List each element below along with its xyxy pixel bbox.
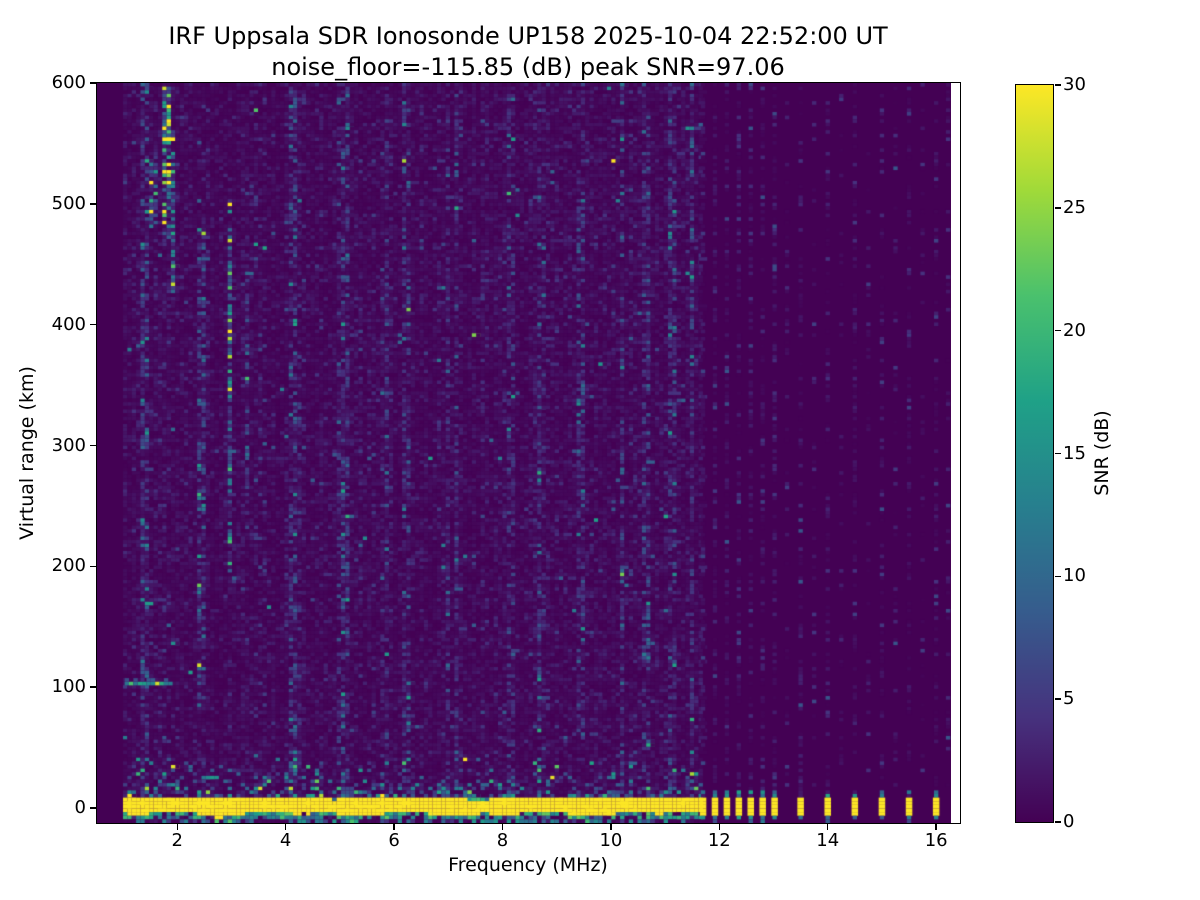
y-tick-label: 500	[51, 192, 86, 214]
colorbar-label: SNR (dB)	[1091, 410, 1113, 496]
y-tick-mark	[90, 323, 96, 326]
y-tick-label: 100	[51, 676, 86, 698]
y-tick-mark	[90, 686, 96, 688]
y-tick-mark	[90, 444, 96, 447]
figure: IRF Uppsala SDR Ionosonde UP158 2025-10-…	[0, 0, 1200, 900]
ionogram-heatmap	[97, 83, 951, 823]
colorbar-tick-label: 10	[1063, 565, 1086, 587]
colorbar-tick-mark	[1055, 84, 1061, 86]
colorbar-tick-label: 5	[1063, 688, 1075, 710]
x-axis-label: Frequency (MHz)	[448, 854, 608, 876]
x-tick-label: 8	[496, 830, 509, 851]
y-tick-mark	[90, 82, 96, 84]
x-tick-label: 14	[816, 830, 840, 851]
x-tick-label: 4	[279, 830, 292, 851]
x-tick-label: 2	[171, 830, 183, 851]
x-tick-label: 16	[924, 830, 948, 851]
x-tick-label: 12	[707, 830, 731, 851]
y-tick-label: 200	[51, 555, 86, 577]
colorbar-tick-label: 0	[1063, 811, 1075, 832]
y-tick-mark	[90, 203, 96, 205]
colorbar	[1015, 84, 1054, 823]
x-tick-label: 6	[388, 830, 400, 851]
y-tick-mark	[90, 807, 96, 809]
y-tick-label: 400	[51, 313, 86, 335]
colorbar-tick-mark	[1055, 207, 1061, 209]
colorbar-tick-mark	[1055, 821, 1061, 823]
chart-title: IRF Uppsala SDR Ionosonde UP158 2025-10-…	[168, 22, 888, 50]
x-tick-label: 10	[599, 830, 623, 851]
colorbar-tick-label: 20	[1063, 319, 1086, 341]
colorbar-tick-label: 25	[1063, 196, 1086, 218]
colorbar-tick-label: 30	[1063, 74, 1086, 95]
colorbar-tick-mark	[1055, 698, 1061, 700]
colorbar-tick-mark	[1055, 329, 1061, 332]
colorbar-tick-mark	[1055, 575, 1061, 578]
y-tick-mark	[90, 565, 96, 568]
colorbar-tick-mark	[1055, 452, 1061, 455]
y-tick-label: 0	[74, 797, 86, 819]
y-axis-label: Virtual range (km)	[16, 366, 38, 540]
y-tick-label: 600	[51, 72, 86, 93]
chart-subtitle: noise_floor=-115.85 (dB) peak SNR=97.06	[271, 53, 785, 81]
